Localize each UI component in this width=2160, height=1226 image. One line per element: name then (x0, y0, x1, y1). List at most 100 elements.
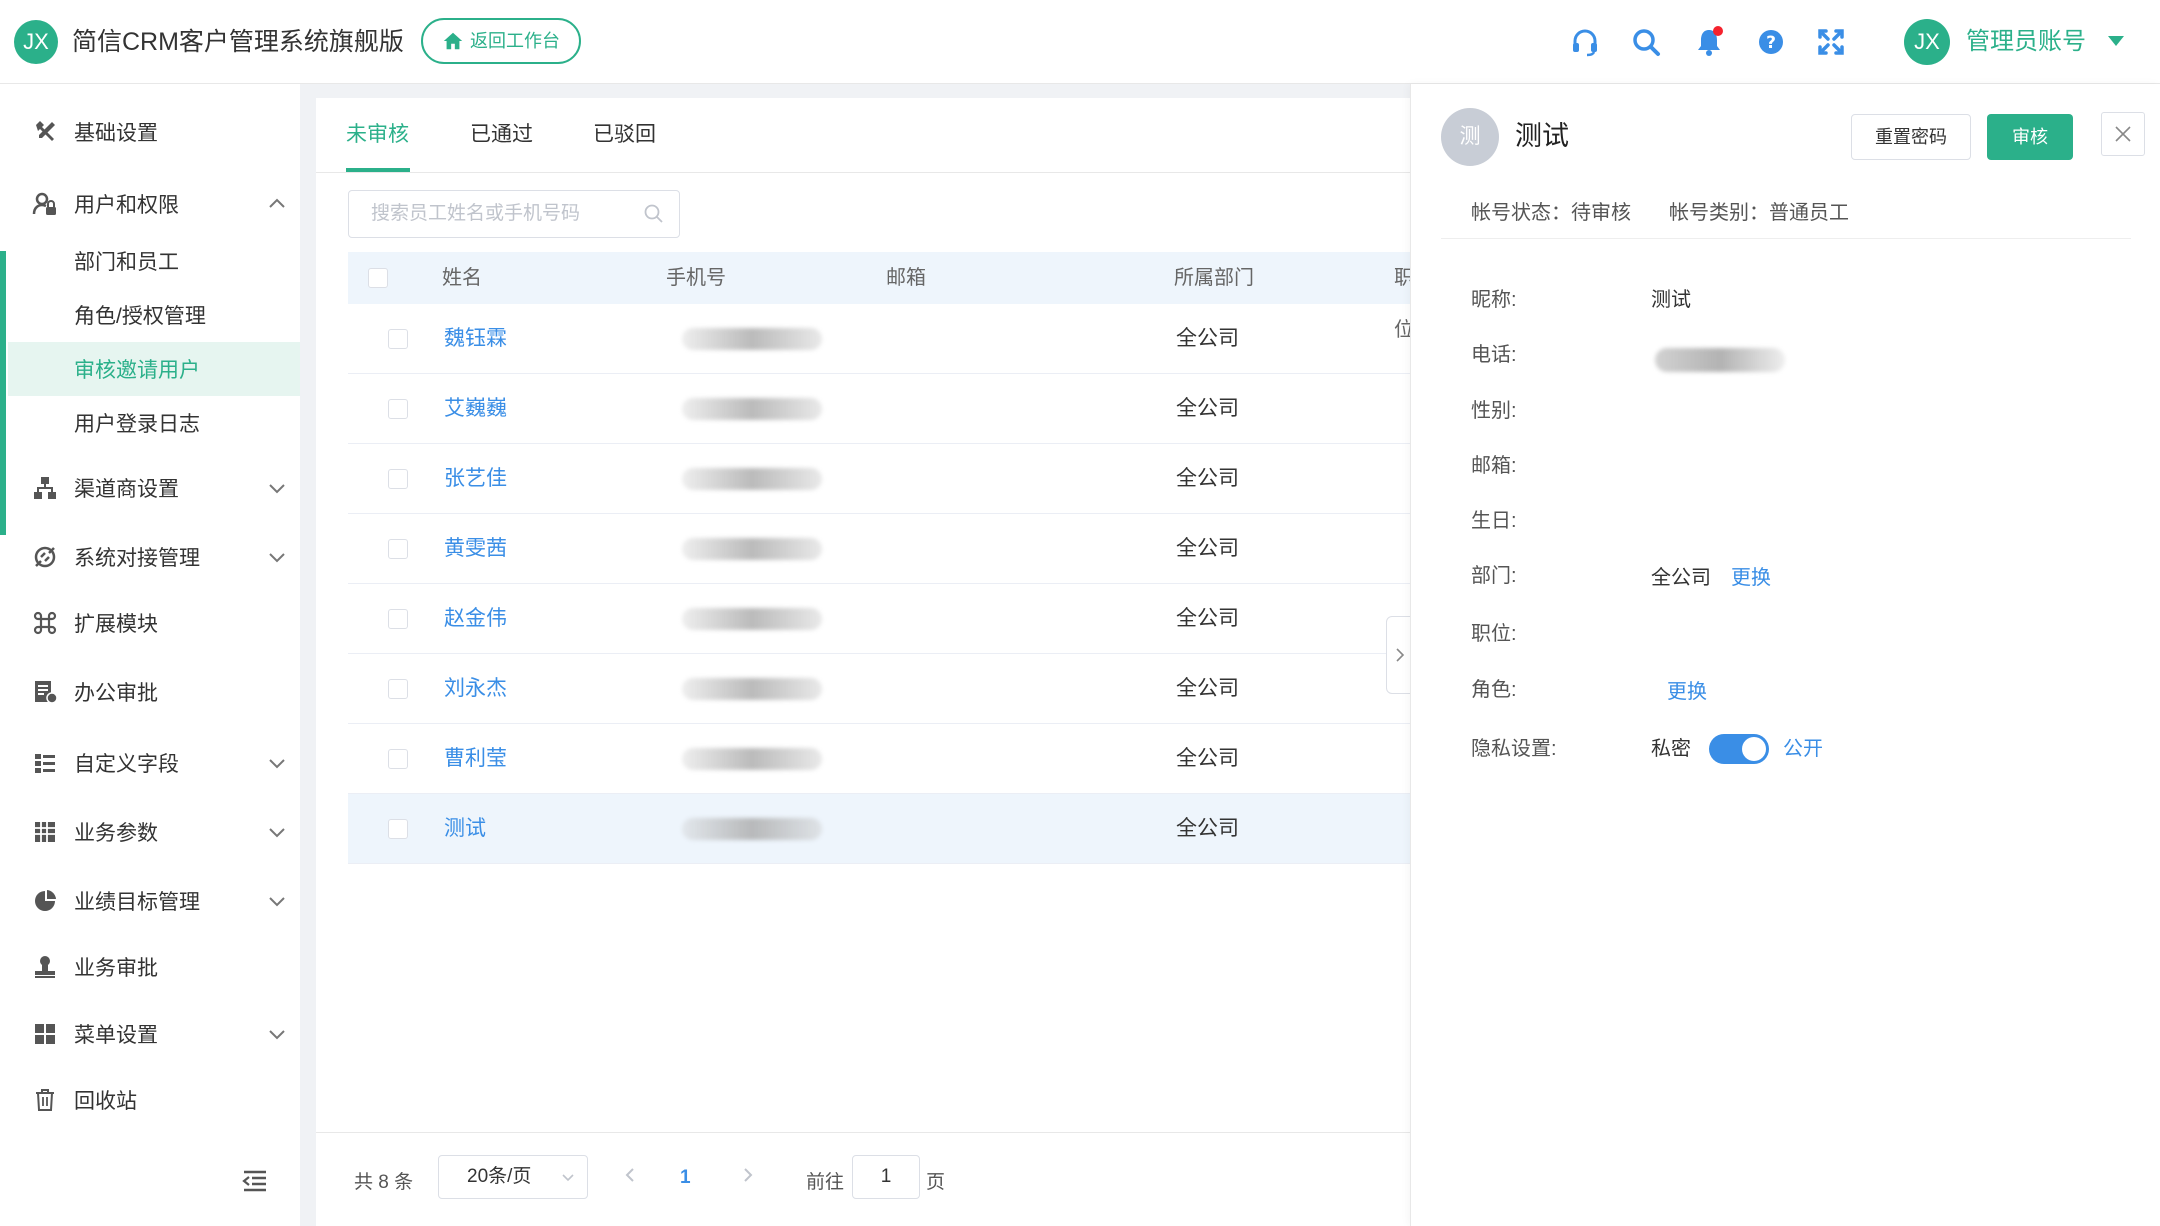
table-row[interactable]: 赵金伟 全公司 (348, 584, 1410, 654)
row-checkbox[interactable] (388, 819, 408, 839)
admin-account-name[interactable]: 管理员账号 (1966, 24, 2086, 60)
employee-search[interactable] (348, 190, 680, 238)
sidebar-sub-item-login-log[interactable]: 用户登录日志 (8, 396, 300, 450)
chevron-right-icon (1396, 648, 1405, 662)
collapse-sidebar-icon[interactable] (240, 1166, 270, 1196)
employee-name-link[interactable]: 测试 (444, 814, 486, 844)
sidebar-item-system-integration[interactable]: 系统对接管理 (0, 532, 300, 582)
table-row[interactable]: 张艺佳 全公司 (348, 444, 1410, 514)
table-header: 姓名 手机号 邮箱 所属部门 职位 (348, 252, 1414, 341)
row-checkbox[interactable] (388, 679, 408, 699)
page-size-value: 20条/页 (467, 1166, 532, 1187)
change-role-link[interactable]: 更换 (1667, 677, 1707, 707)
table-row[interactable]: 曹利莹 全公司 (348, 724, 1410, 794)
row-checkbox[interactable] (388, 539, 408, 559)
privacy-toggle[interactable] (1709, 734, 1769, 764)
sidebar-item-extensions[interactable]: 扩展模块 (0, 598, 300, 648)
page-size-select[interactable]: 20条/页 (438, 1155, 588, 1199)
redacted-phone (1655, 348, 1785, 372)
employee-name-link[interactable]: 艾巍巍 (444, 394, 507, 424)
sidebar-sub-item-roles[interactable]: 角色/授权管理 (8, 288, 300, 342)
employee-name-link[interactable]: 魏钰霖 (444, 324, 507, 354)
row-checkbox[interactable] (388, 749, 408, 769)
table-row[interactable]: 魏钰霖 全公司 (348, 304, 1410, 374)
table-row-selected[interactable]: 测试 全公司 (348, 794, 1410, 864)
department-label: 部门: (1471, 565, 1517, 587)
close-icon (2115, 126, 2131, 142)
employee-department: 全公司 (1176, 817, 1239, 840)
sidebar-item-performance-goals[interactable]: 业绩目标管理 (0, 876, 300, 926)
select-all-checkbox[interactable] (368, 268, 388, 288)
account-status: 帐号状态：待审核 (1471, 202, 1631, 224)
column-header-name[interactable]: 姓名 (442, 252, 482, 304)
row-checkbox[interactable] (388, 399, 408, 419)
sidebar-item-business-approval[interactable]: 业务审批 (0, 942, 300, 992)
tab-approved[interactable]: 已通过 (470, 120, 533, 150)
employee-name-link[interactable]: 黄雯茜 (444, 534, 507, 564)
goto-page-input[interactable] (852, 1155, 920, 1199)
column-header-email[interactable]: 邮箱 (886, 252, 926, 304)
prev-page-icon[interactable] (618, 1163, 642, 1187)
sidebar-item-business-params[interactable]: 业务参数 (0, 807, 300, 857)
email-label: 邮箱: (1471, 455, 1517, 477)
row-checkbox[interactable] (388, 329, 408, 349)
redacted-phone (682, 398, 822, 420)
change-department-link[interactable]: 更换 (1731, 563, 1771, 593)
employee-name-link[interactable]: 赵金伟 (444, 604, 507, 634)
table-row[interactable]: 黄雯茜 全公司 (348, 514, 1410, 584)
goto-label: 前往 (806, 1172, 845, 1193)
user-avatar: 测 (1441, 108, 1499, 166)
close-panel-button[interactable] (2101, 112, 2145, 156)
toggle-knob (1742, 737, 1766, 761)
employee-name-link[interactable]: 曹利莹 (444, 744, 507, 774)
search-icon[interactable] (1630, 26, 1662, 58)
caret-down-icon[interactable] (2108, 36, 2124, 46)
approval-doc-icon (32, 679, 58, 705)
sidebar-item-office-approval[interactable]: 办公审批 (0, 667, 300, 717)
column-header-phone[interactable]: 手机号 (666, 252, 726, 304)
employee-name-link[interactable]: 刘永杰 (444, 674, 507, 704)
main-content: 未审核 已通过 已驳回 姓名 手机号 邮箱 所属部门 职位 魏钰霖 全公司 艾巍… (316, 98, 1414, 1226)
headset-icon[interactable] (1569, 26, 1601, 58)
sidebar-item-basic-settings[interactable]: 基础设置 (0, 107, 300, 157)
search-input[interactable] (349, 203, 629, 225)
tab-pending[interactable]: 未审核 (346, 120, 409, 150)
employee-department: 全公司 (1176, 327, 1239, 350)
stamp-icon (32, 954, 58, 980)
notification-dot (1713, 26, 1723, 36)
fullscreen-icon[interactable] (1815, 26, 1847, 58)
row-checkbox[interactable] (388, 469, 408, 489)
sidebar-sub-item-review-invited-users[interactable]: 审核邀请用户 (8, 342, 300, 396)
row-checkbox[interactable] (388, 609, 408, 629)
app-logo: JX (14, 20, 58, 64)
employee-name-link[interactable]: 张艺佳 (444, 464, 507, 494)
sidebar-item-recycle-bin[interactable]: 回收站 (0, 1075, 300, 1125)
sidebar-sub-item-departments[interactable]: 部门和员工 (8, 234, 300, 288)
table-row[interactable]: 刘永杰 全公司 (348, 654, 1410, 724)
search-icon[interactable] (643, 203, 665, 225)
next-page-icon[interactable] (736, 1163, 760, 1187)
detail-panel-toggle[interactable] (1386, 616, 1412, 694)
tab-rejected[interactable]: 已驳回 (593, 120, 656, 150)
page-number-current[interactable]: 1 (680, 1167, 691, 1189)
employee-department: 全公司 (1176, 747, 1239, 770)
user-avatar[interactable]: JX (1904, 19, 1950, 65)
back-to-workbench-button[interactable]: 返回工作台 (421, 18, 581, 64)
table-row[interactable]: 艾巍巍 全公司 (348, 374, 1410, 444)
help-icon[interactable]: ? (1755, 26, 1787, 58)
menu-grid-icon (32, 1021, 58, 1047)
column-header-department[interactable]: 所属部门 (1174, 252, 1254, 304)
settings-sidebar: 基础设置 用户和权限 部门和员工 角色/授权管理 审核邀请用户 用户登录日志 渠… (0, 84, 300, 1226)
reset-password-button[interactable]: 重置密码 (1851, 114, 1971, 160)
approve-button[interactable]: 审核 (1987, 114, 2073, 160)
chevron-down-icon (562, 1174, 574, 1182)
sidebar-item-channel-settings[interactable]: 渠道商设置 (0, 463, 300, 513)
sidebar-item-menu-settings[interactable]: 菜单设置 (0, 1009, 300, 1059)
user-detail-panel: 测 测试 重置密码 审核 帐号状态：待审核 帐号类别：普通员工 昵称: 测试 电… (1410, 84, 2160, 1226)
position-label: 职位: (1471, 623, 1517, 645)
notification-bell-icon[interactable] (1693, 26, 1725, 58)
sidebar-item-users-permissions[interactable]: 用户和权限 (0, 179, 300, 229)
chevron-down-icon (266, 546, 288, 568)
sidebar-item-custom-fields[interactable]: 自定义字段 (0, 738, 300, 788)
svg-text:?: ? (1766, 33, 1776, 53)
